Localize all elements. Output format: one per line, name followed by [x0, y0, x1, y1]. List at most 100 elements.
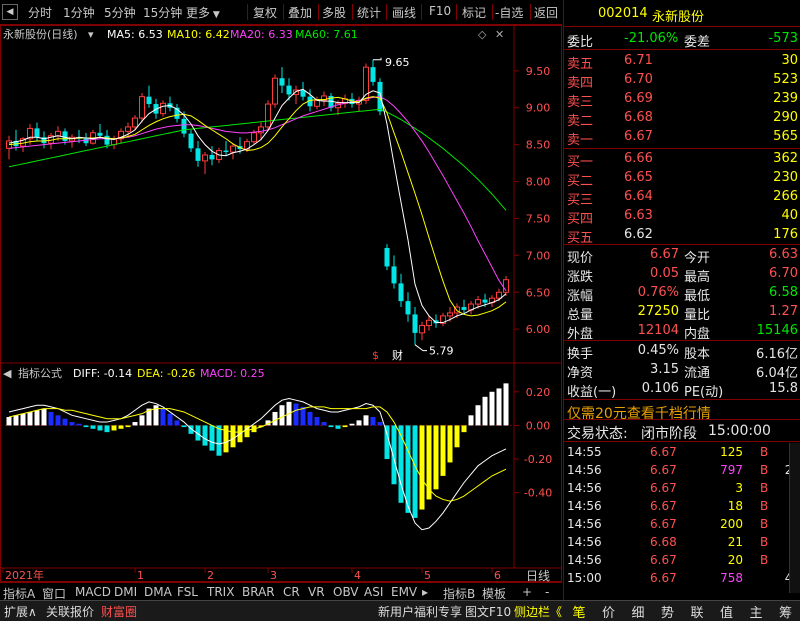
stat-row[interactable]: 换手 0.45% 股本 6.16亿: [564, 341, 800, 362]
multi-stock-button[interactable]: 多股: [322, 4, 346, 21]
price-tick-label: 9.50: [526, 65, 551, 78]
x-tick-label: 1: [137, 569, 144, 582]
panel-tab[interactable]: 细: [624, 602, 652, 621]
more-periods-button[interactable]: 更多 ▼: [186, 4, 220, 21]
dividend-event-marker[interactable]: $: [372, 349, 379, 362]
tick-row[interactable]: 15:006.6775843: [564, 569, 800, 589]
tick-row[interactable]: 14:566.6821B3: [564, 533, 800, 553]
bid-row[interactable]: 买一 6.66 362: [564, 149, 800, 170]
toolbar-scroll-arrow[interactable]: ◀: [2, 4, 18, 20]
candle-body-down: [209, 154, 215, 160]
f10-button[interactable]: F10: [429, 4, 451, 18]
panel-tab[interactable]: 联: [683, 602, 711, 621]
wealth-circle-button[interactable]: 财富圈: [101, 603, 137, 620]
sidebar-toggle[interactable]: 侧边栏《: [514, 603, 562, 620]
tab-fsl[interactable]: FSL: [177, 585, 198, 599]
ma-settings-icon[interactable]: ▾: [88, 28, 94, 41]
tab-cr[interactable]: CR: [283, 585, 300, 599]
bid-row[interactable]: 买二 6.65 230: [564, 168, 800, 189]
bid-volume: 362: [773, 151, 798, 166]
tab-asi[interactable]: ASI: [364, 585, 383, 599]
x-tick-label: 2021年: [5, 568, 44, 582]
tabs-scroll-arrow[interactable]: ▸: [422, 585, 428, 599]
tick-price: 6.67: [650, 463, 677, 477]
panel-tab[interactable]: 势: [654, 602, 682, 621]
financial-report-marker[interactable]: 财: [392, 348, 403, 362]
bid-row[interactable]: 买五 6.62 176: [564, 225, 800, 246]
overlay-button[interactable]: 叠加: [288, 4, 312, 21]
bid-row[interactable]: 买三 6.64 266: [564, 187, 800, 208]
period-button-1min[interactable]: 1分钟: [63, 4, 95, 21]
kline-chart[interactable]: 永新股份(日线) ▾ MA5: 6.53 MA10: 6.42 MA20: 6.…: [0, 25, 562, 582]
f10-text-button[interactable]: 图文F10: [465, 603, 511, 620]
stat-row[interactable]: 收益(一) 0.106 PE(动) 15.8: [564, 379, 800, 400]
period-button-15min[interactable]: 15分钟: [143, 4, 182, 21]
stat-row[interactable]: 涨幅 0.76% 最低 6.58: [564, 283, 800, 304]
promo-link[interactable]: 仅需20元查看千档行情: [567, 403, 711, 423]
new-user-benefit-link[interactable]: 新用户福利专享: [378, 603, 462, 620]
candle-body-down: [286, 85, 292, 95]
tick-price: 6.67: [650, 571, 677, 585]
tick-side: B: [760, 517, 769, 531]
tab-vr[interactable]: VR: [308, 585, 325, 599]
mark-button[interactable]: 标记: [462, 4, 486, 21]
remove-window-button[interactable]: -: [545, 585, 549, 599]
tab-emv[interactable]: EMV: [391, 585, 417, 599]
statistics-button[interactable]: 统计: [357, 4, 381, 21]
tick-row[interactable]: 14:566.67797B25: [564, 461, 800, 481]
tick-row[interactable]: 14:556.67125B4: [564, 443, 800, 463]
period-button-5min[interactable]: 5分钟: [104, 4, 136, 21]
related-quotes-button[interactable]: 关联报价: [46, 603, 94, 620]
diamond-icon[interactable]: ◇: [478, 28, 487, 41]
macd-bar: [426, 425, 432, 500]
macd-bar: [503, 383, 509, 426]
stat-row[interactable]: 外盘 12104 内盘 15146: [564, 321, 800, 342]
tab-dmi[interactable]: DMI: [114, 585, 137, 599]
ask-row[interactable]: 卖一 6.67 565: [564, 127, 800, 148]
ask-volume: 290: [773, 110, 798, 125]
macd-bar: [13, 415, 19, 426]
indicator-menu-icon[interactable]: ◀: [3, 367, 12, 380]
tab-dma[interactable]: DMA: [144, 585, 172, 599]
bid-row[interactable]: 买四 6.63 40: [564, 206, 800, 227]
tab-obv[interactable]: OBV: [333, 585, 359, 599]
panel-tab[interactable]: 价: [595, 602, 623, 621]
candle-body-up: [426, 319, 432, 326]
back-button[interactable]: 返回: [534, 4, 558, 21]
tick-side: B: [760, 553, 769, 567]
min-price-annotation: 5.79: [429, 345, 454, 358]
macd-bar: [41, 408, 47, 426]
ask-row[interactable]: 卖五 6.71 30: [564, 51, 800, 72]
remove-watchlist-button[interactable]: -自选: [495, 4, 523, 21]
ask-row[interactable]: 卖二 6.68 290: [564, 108, 800, 129]
adjust-button[interactable]: 复权: [253, 4, 277, 21]
panel-tab[interactable]: 筹: [772, 602, 800, 621]
period-button-timeshare[interactable]: 分时: [28, 4, 52, 21]
ask-row[interactable]: 卖四 6.70 523: [564, 70, 800, 91]
tick-row[interactable]: 14:566.6718B3: [564, 497, 800, 517]
tab-brar[interactable]: BRAR: [242, 585, 275, 599]
add-window-button[interactable]: +: [522, 585, 532, 599]
tick-price: 6.67: [650, 517, 677, 531]
stat-row[interactable]: 总量 27250 量比 1.27: [564, 302, 800, 323]
panel-tab[interactable]: 笔: [565, 602, 593, 621]
tick-scrollbar[interactable]: [789, 443, 800, 593]
panel-tab[interactable]: 主: [742, 602, 770, 621]
tick-row[interactable]: 14:566.67200B5: [564, 515, 800, 535]
macd-bar: [139, 415, 145, 426]
stat-row[interactable]: 净资 3.15 流通 6.04亿: [564, 360, 800, 381]
stat-row[interactable]: 现价 6.67 今开 6.63: [564, 245, 800, 266]
tick-row[interactable]: 14:566.6720B1: [564, 551, 800, 571]
tab-macd[interactable]: MACD: [75, 585, 111, 599]
macd-bar: [489, 391, 495, 426]
stat-row[interactable]: 涨跌 0.05 最高 6.70: [564, 264, 800, 285]
price-tick-label: 9.00: [526, 102, 551, 115]
tick-row[interactable]: 14:566.673B1: [564, 479, 800, 499]
panel-tab[interactable]: 值: [713, 602, 741, 621]
expand-button[interactable]: 扩展∧: [4, 603, 37, 620]
close-icon[interactable]: ✕: [495, 28, 504, 41]
tab-trix[interactable]: TRIX: [207, 585, 234, 599]
stat-label: PE(动): [684, 385, 724, 400]
ask-row[interactable]: 卖三 6.69 239: [564, 89, 800, 110]
draw-line-button[interactable]: 画线: [392, 4, 416, 21]
